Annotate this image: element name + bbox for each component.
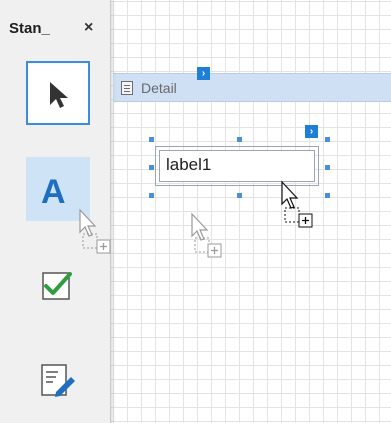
band-document-icon xyxy=(121,81,133,95)
drag-start-cursor-icon xyxy=(79,208,111,254)
resize-handle-top-left[interactable] xyxy=(149,137,154,142)
checkbox-tool[interactable] xyxy=(26,254,90,318)
drag-copy-cursor-icon xyxy=(281,180,313,228)
close-icon[interactable]: × xyxy=(84,19,93,37)
resize-handle-bottom[interactable] xyxy=(237,193,242,198)
richtext-tool[interactable] xyxy=(26,350,90,414)
resize-handle-top-right[interactable] xyxy=(325,137,330,142)
toolbox-header: Stan_ × xyxy=(0,0,110,40)
pointer-tool[interactable] xyxy=(26,61,90,125)
resize-handle-right[interactable] xyxy=(325,165,330,170)
resize-handle-top[interactable] xyxy=(237,137,242,142)
checkbox-icon xyxy=(42,272,72,300)
label-smart-tag-button[interactable]: › xyxy=(305,125,318,138)
band-smart-tag-button[interactable]: › xyxy=(197,67,210,80)
resize-handle-left[interactable] xyxy=(149,165,154,170)
label-control-text: label1 xyxy=(166,155,212,174)
band-label: Detail xyxy=(141,80,177,96)
resize-handle-bottom-right[interactable] xyxy=(325,193,330,198)
toolbox-title: Stan_ xyxy=(9,20,50,37)
svg-text:A: A xyxy=(41,173,66,211)
detail-band-header[interactable]: Detail xyxy=(113,73,391,102)
resize-handle-bottom-left[interactable] xyxy=(149,193,154,198)
drag-ghost-cursor-icon xyxy=(191,212,222,258)
arrow-pointer-icon xyxy=(50,82,68,108)
edit-document-icon xyxy=(41,364,75,397)
